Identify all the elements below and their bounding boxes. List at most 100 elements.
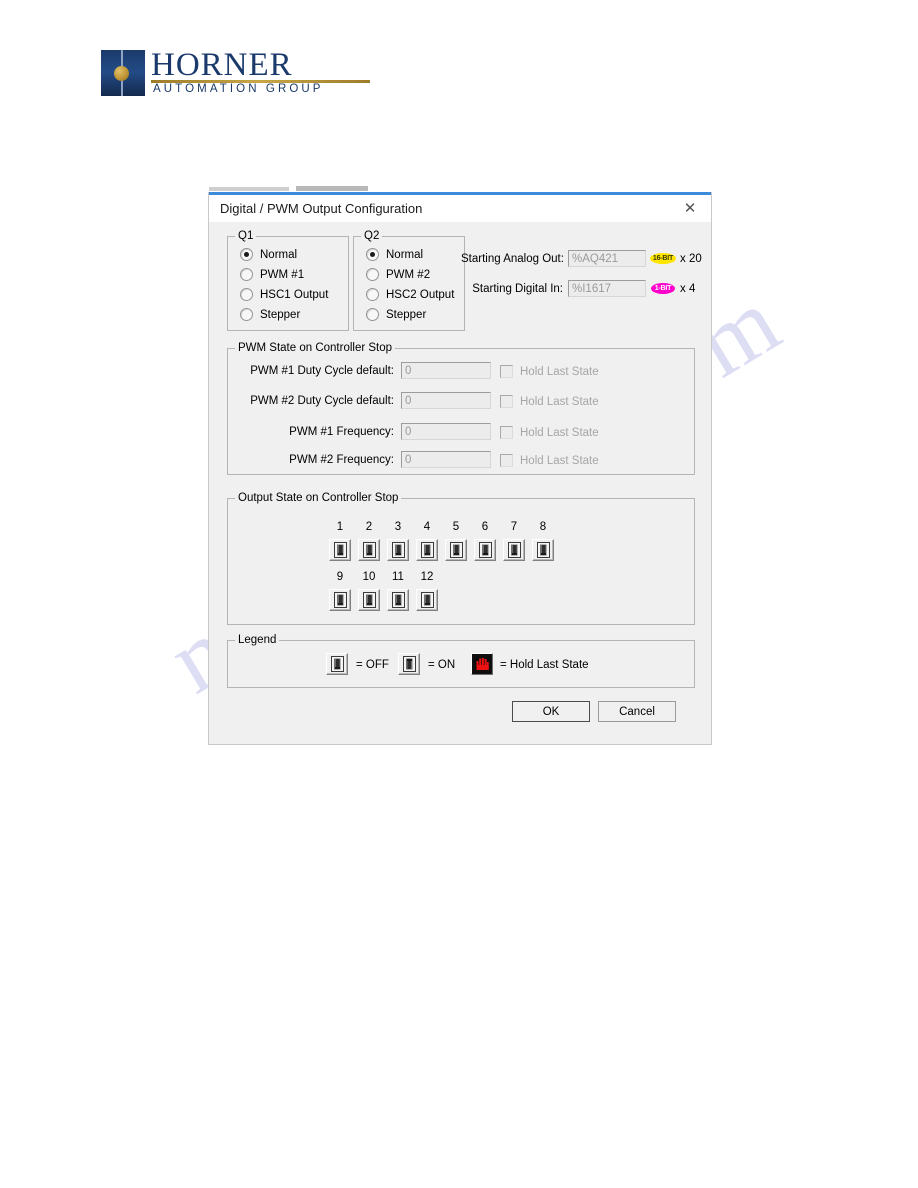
output-state-button-9[interactable] [329,589,351,611]
digital-in-bit-badge: 1-BIT [651,283,675,294]
output-number: 2 [365,521,373,533]
hand-icon [473,655,491,673]
radio-icon [240,268,253,281]
pwm2-duty-hold-last-state-checkbox[interactable]: Hold Last State [500,395,599,408]
radio-icon [366,308,379,321]
switch-off-icon [333,542,347,558]
hold-last-state-label: Hold Last State [520,454,599,467]
output-state-button-3[interactable] [387,539,409,561]
close-icon[interactable]: ✕ [669,195,711,222]
pwm-state-group-label: PWM State on Controller Stop [235,342,396,354]
q2-option-hsc2-output[interactable]: HSC2 Output [366,288,454,301]
pwm1-duty-hold-last-state-checkbox[interactable]: Hold Last State [500,365,599,378]
starting-analog-out-label: Starting Analog Out: [461,253,564,265]
analog-out-bit-badge: 16-BIT [650,253,676,264]
output-number: 9 [336,571,344,583]
q2-option-label: HSC2 Output [386,288,455,301]
pwm2-frequency-input[interactable]: 0 [401,451,491,468]
output-state-button-7[interactable] [503,539,525,561]
output-state-button-1[interactable] [329,539,351,561]
legend-on-text: = ON [428,659,456,671]
legend-group: Legend = OFF = ON = Hold Last State [227,634,695,688]
output-number: 11 [392,571,404,583]
legend-off-button [326,653,348,675]
starting-digital-in-label: Starting Digital In: [472,283,563,295]
legend-hold-text: = Hold Last State [500,659,589,671]
checkbox-icon [500,395,513,408]
output-number: 10 [362,571,376,583]
legend-on-button [398,653,420,675]
dialog-title: Digital / PWM Output Configuration [220,201,423,216]
output-state-button-6[interactable] [474,539,496,561]
starting-digital-in-input[interactable]: %I1617 [568,280,646,297]
output-number: 8 [539,521,547,533]
switch-off-icon [391,592,405,608]
radio-icon [240,288,253,301]
pwm2-duty-cycle-input[interactable]: 0 [401,392,491,409]
output-state-button-4[interactable] [416,539,438,561]
analog-out-multiplier: x 20 [680,253,702,265]
pwm-state-group: PWM State on Controller Stop PWM #1 Duty… [227,342,695,475]
starting-analog-out-input[interactable]: %AQ421 [568,250,646,267]
switch-off-icon [330,656,344,672]
checkbox-icon [500,365,513,378]
output-state-button-8[interactable] [532,539,554,561]
output-state-button-2[interactable] [358,539,380,561]
q1-group-label: Q1 [235,230,257,242]
q2-option-normal[interactable]: Normal [366,248,423,261]
output-number: 3 [394,521,402,533]
q1-option-label: PWM #1 [260,268,305,281]
pwm1-frequency-input[interactable]: 0 [401,423,491,440]
pwm2-duty-cycle-label: PWM #2 Duty Cycle default: [250,395,394,407]
radio-icon [366,288,379,301]
output-number: 1 [336,521,344,533]
radio-icon [240,248,253,261]
hold-last-state-label: Hold Last State [520,365,599,378]
checkbox-icon [500,454,513,467]
radio-icon [366,268,379,281]
legend-hold-last-state-button [471,653,493,675]
pwm2-frequency-hold-last-state-checkbox[interactable]: Hold Last State [500,454,599,467]
radio-icon [240,308,253,321]
ok-button[interactable]: OK [512,701,590,722]
output-number: 6 [481,521,489,533]
q1-option-stepper[interactable]: Stepper [240,308,300,321]
q2-option-pwm2[interactable]: PWM #2 [366,268,430,281]
q2-option-label: Stepper [386,308,427,321]
dialog-body: Q1 Normal PWM #1 HSC1 Output Stepper Q2 … [209,222,711,744]
output-state-button-11[interactable] [387,589,409,611]
switch-off-icon [333,592,347,608]
q1-option-pwm1[interactable]: PWM #1 [240,268,304,281]
output-number: 4 [423,521,431,533]
output-state-group: Output State on Controller Stop 1 2 3 4 … [227,492,695,625]
q1-option-hsc1-output[interactable]: HSC1 Output [240,288,328,301]
pwm1-duty-cycle-input[interactable]: 0 [401,362,491,379]
q1-option-label: Normal [260,248,298,261]
hold-last-state-label: Hold Last State [520,395,599,408]
q1-option-label: HSC1 Output [260,288,329,301]
digital-pwm-output-configuration-dialog: Digital / PWM Output Configuration ✕ Q1 … [208,192,712,745]
output-state-button-5[interactable] [445,539,467,561]
switch-off-icon [362,542,376,558]
radio-icon [366,248,379,261]
switch-on-icon [402,656,416,672]
cancel-button[interactable]: Cancel [598,701,676,722]
output-state-button-12[interactable] [416,589,438,611]
pwm1-frequency-hold-last-state-checkbox[interactable]: Hold Last State [500,426,599,439]
checkbox-icon [500,426,513,439]
output-state-button-10[interactable] [358,589,380,611]
q2-group: Q2 Normal PWM #2 HSC2 Output Stepper [353,230,465,331]
pwm1-frequency-label: PWM #1 Frequency: [289,426,394,438]
switch-off-icon [478,542,492,558]
q2-group-label: Q2 [361,230,383,242]
switch-off-icon [362,592,376,608]
page-root: HORNER AUTOMATION GROUP manualshive.com … [0,0,918,1188]
q2-option-stepper[interactable]: Stepper [366,308,426,321]
switch-off-icon [536,542,550,558]
pwm1-duty-cycle-label: PWM #1 Duty Cycle default: [250,365,394,377]
output-number: 12 [420,571,434,583]
q1-option-label: Stepper [260,308,301,321]
q2-option-label: Normal [386,248,424,261]
legend-group-label: Legend [235,634,280,646]
q1-option-normal[interactable]: Normal [240,248,297,261]
